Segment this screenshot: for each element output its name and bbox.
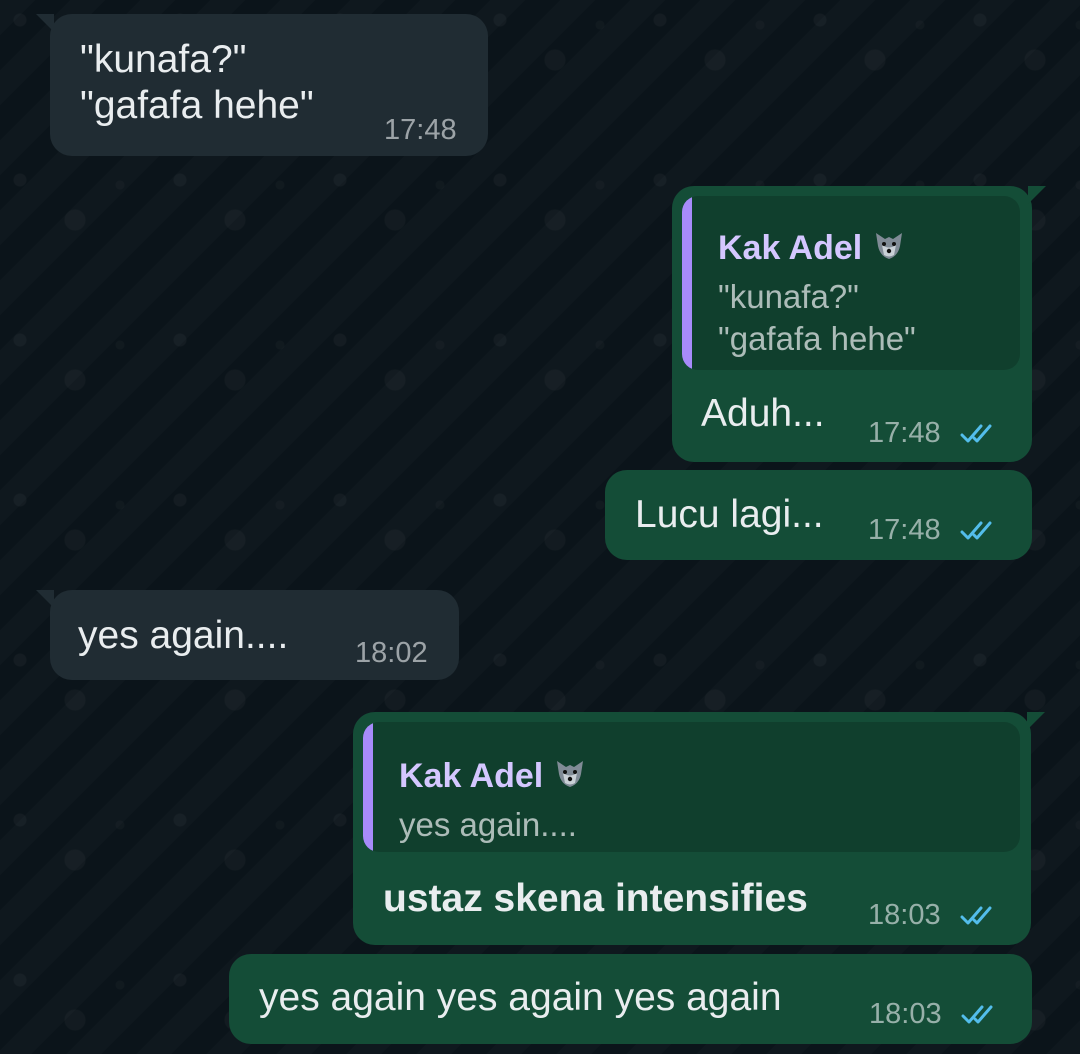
message-time: 17:48 [868, 417, 941, 449]
incoming-message-bubble[interactable]: "kunafa?" "gafafa hehe" 17:48 [36, 14, 488, 156]
quote-author: Kak Adel [399, 756, 587, 799]
outgoing-message-bubble[interactable]: Kak Adel yes again.... ustaz skena inten… [353, 712, 1045, 945]
message-time: 17:48 [868, 514, 941, 546]
message-text: "kunafa?" "gafafa hehe" [80, 38, 314, 127]
double-check-icon [960, 424, 992, 443]
message-text: Lucu lagi... [635, 493, 824, 536]
quote-text: "kunafa?" "gafafa hehe" [718, 278, 916, 357]
message-text: yes again.... [78, 614, 289, 657]
message-time: 17:48 [384, 114, 457, 146]
double-check-icon [961, 1005, 993, 1024]
outgoing-message-bubble[interactable]: Lucu lagi... 17:48 [605, 470, 1032, 560]
quote-accent-bar [682, 196, 692, 370]
wolf-emoji-icon [872, 228, 906, 271]
message-text: Aduh... [701, 392, 825, 435]
quoted-message[interactable]: Kak Adel yes again.... [363, 722, 1020, 852]
quote-author: Kak Adel [718, 228, 906, 271]
incoming-message-bubble[interactable]: yes again.... 18:02 [36, 590, 459, 680]
message-time: 18:02 [355, 637, 428, 669]
outgoing-message-bubble[interactable]: yes again yes again yes again 18:03 [229, 954, 1032, 1044]
quote-accent-bar [363, 722, 373, 852]
message-time: 18:03 [869, 998, 942, 1030]
quote-text: yes again.... [399, 806, 577, 843]
double-check-icon [960, 906, 992, 925]
message-time: 18:03 [868, 899, 941, 931]
wolf-emoji-icon [553, 756, 587, 799]
quote-author-name: Kak Adel [718, 229, 863, 267]
quote-author-name: Kak Adel [399, 757, 544, 795]
chat-background: "kunafa?" "gafafa hehe" 17:48 Kak Adel "… [0, 0, 1080, 1054]
quoted-message[interactable]: Kak Adel "kunafa?" "gafafa hehe" [682, 196, 1020, 370]
outgoing-message-bubble[interactable]: Kak Adel "kunafa?" "gafafa hehe" Aduh...… [672, 186, 1046, 462]
message-text: yes again yes again yes again [259, 976, 782, 1019]
message-text: ustaz skena intensifies [383, 877, 808, 920]
double-check-icon [960, 521, 992, 540]
